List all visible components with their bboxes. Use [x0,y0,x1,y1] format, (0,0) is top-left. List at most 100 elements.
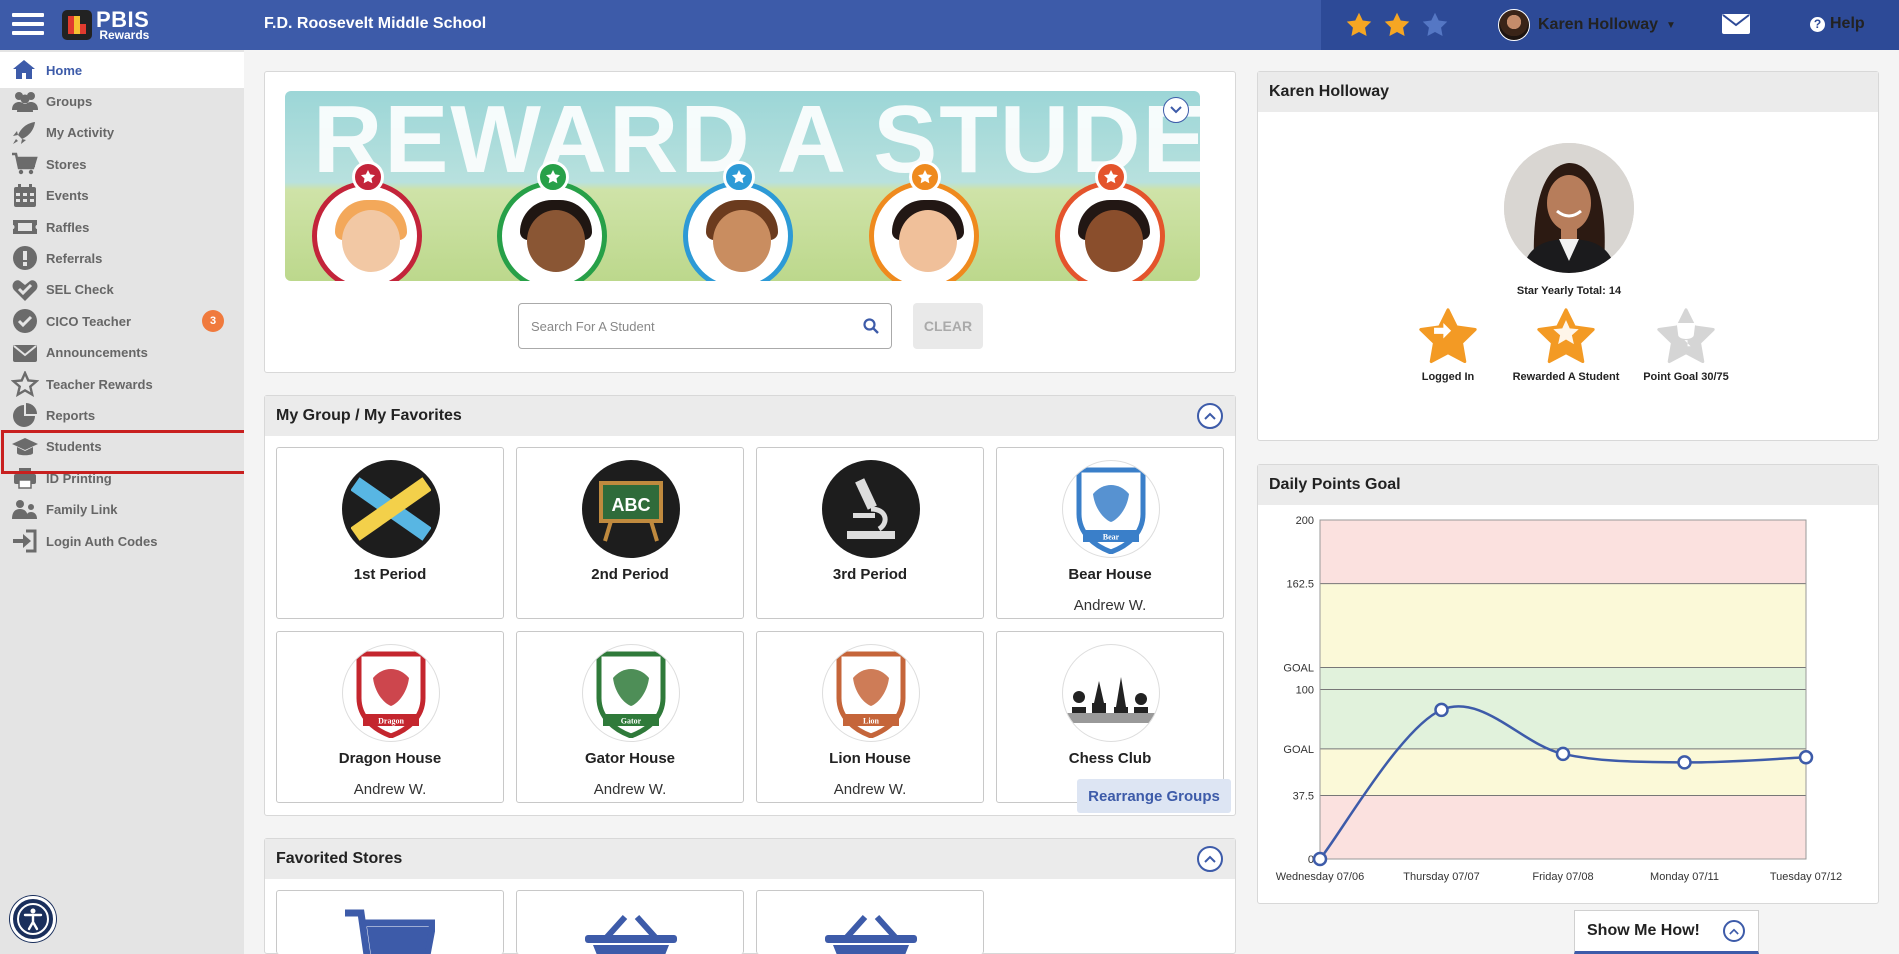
student-character-3 [683,181,793,281]
group-name: 1st Period [353,566,427,583]
sidebar-item-label: Home [46,62,83,78]
x-tick-label: Friday 07/08 [1532,871,1593,883]
x-tick-label: Thursday 07/07 [1403,871,1479,883]
profile-photo [1504,143,1634,273]
help-button[interactable]: ? Help [1810,15,1865,33]
goal-band [1320,795,1806,859]
student-character-4 [869,181,979,281]
y-tick-label: 162.5 [1286,579,1314,591]
star-filled-icon [1384,12,1410,36]
user-avatar [1498,9,1530,41]
show-me-how-button[interactable]: Show Me How! [1574,910,1759,954]
group-name: Gator House [584,750,675,767]
stat-label: Logged In [1421,371,1475,383]
sign-in-icon [10,528,40,554]
group-tile-2nd-period[interactable]: ABC 2nd Period [516,447,744,619]
heart-check-icon [10,277,40,303]
stores-title: Favorited Stores [276,850,403,867]
chevron-down-icon[interactable] [1163,97,1189,123]
group-tile-dragon-house[interactable]: Dragon Dragon House Andrew W. [276,631,504,803]
hamburger-menu-icon[interactable] [12,10,44,40]
cart-icon [345,909,435,954]
goal-band [1320,520,1806,584]
data-point[interactable] [1798,750,1814,765]
chevron-up-icon[interactable] [1197,846,1223,872]
group-tile-1st-period[interactable]: 1st Period [276,447,504,619]
store-tile[interactable] [516,890,744,954]
sidebar-item-login-auth-codes[interactable]: Login Auth Codes [10,523,236,559]
sidebar-item-label: Events [46,188,89,204]
home-icon [10,57,40,83]
basket-icon [825,915,917,954]
y-tick-label: GOAL [1283,744,1314,756]
check-circle-icon [10,308,40,334]
star-badge-icon [909,161,941,193]
pie-chart-icon [10,402,40,428]
group-name: 2nd Period [591,566,669,583]
svg-text:Gator: Gator [621,717,642,726]
group-tile-gator-house[interactable]: Gator Gator House Andrew W. [516,631,744,803]
star-rating [1345,11,1449,39]
search-icon[interactable] [863,318,879,334]
logo-line2: Rewards [99,28,150,42]
group-name: Bear House [1068,566,1152,583]
sidebar-item-label: Stores [46,156,87,172]
group-owner: Andrew W. [593,781,667,798]
rewarded-star-icon [1537,308,1595,364]
stores-header: Favorited Stores [265,839,1235,879]
family-icon [10,497,40,523]
store-tile[interactable] [276,890,504,954]
calendar-icon [10,183,40,209]
notification-badge: 3 [202,310,224,333]
student-character-1 [312,181,422,281]
bear-crest-icon: Bear [1062,460,1160,558]
cart-icon [10,151,40,177]
rearrange-groups-button[interactable]: Rearrange Groups [1077,779,1231,813]
goal-band [1320,583,1806,668]
reward-banner[interactable]: REWARD A STUDENT [285,91,1200,281]
sidebar-item-label: Raffles [46,219,90,235]
sidebar: Home Groups My Activity Stores Events Raffles… [0,50,244,954]
question-icon: ? [1810,16,1825,32]
microscope-icon [822,460,920,558]
chevron-up-icon[interactable] [1197,403,1223,429]
search-input[interactable] [531,318,863,334]
x-tick-label: Tuesday 07/12 [1770,871,1842,883]
star-badge-icon [1095,161,1127,193]
pbis-logo[interactable]: PBIS Rewards [62,6,149,44]
store-tile[interactable] [756,890,984,954]
group-owner: Andrew W. [353,781,427,798]
accessibility-icon[interactable] [10,896,56,942]
data-point[interactable] [1555,746,1571,762]
logged-in-star-icon [1419,308,1477,364]
group-name: Chess Club [1068,750,1152,767]
group-tile-chess-club[interactable]: Chess Club C [996,631,1224,803]
group-name: 3rd Period [832,566,908,583]
user-menu[interactable]: Karen Holloway ▼ [1498,9,1676,41]
groups-header: My Group / My Favorites [265,396,1235,436]
group-tile-lion-house[interactable]: Lion Lion House Andrew W. [756,631,984,803]
star-outline-icon [10,371,40,397]
data-point[interactable] [1312,851,1328,867]
lion-crest-icon: Lion [822,644,920,742]
sidebar-item-label: Groups [46,93,93,109]
data-point[interactable] [1434,702,1449,718]
group-tile-bear-house[interactable]: Bear Bear House Andrew W. [996,447,1224,619]
gator-crest-icon: Gator [582,644,680,742]
group-tile-3rd-period[interactable]: 3rd Period [756,447,984,619]
data-point[interactable] [1677,755,1692,770]
school-name: F.D. Roosevelt Middle School [264,15,487,32]
daily-points-title: Daily Points Goal [1269,476,1401,493]
star-badge-icon [352,161,384,193]
y-tick-label: 100 [1296,685,1314,697]
groups-title: My Group / My Favorites [276,407,462,424]
rocket-icon [10,120,40,146]
envelope-icon[interactable] [1722,14,1750,39]
chevron-down-icon: ▼ [1666,19,1676,31]
clear-button[interactable]: CLEAR [913,303,983,349]
sidebar-item-label: Login Auth Codes [46,533,158,549]
basket-icon [585,915,677,954]
chevron-up-icon [1723,920,1745,942]
student-search[interactable] [518,303,892,349]
y-tick-label: 37.5 [1293,790,1314,802]
